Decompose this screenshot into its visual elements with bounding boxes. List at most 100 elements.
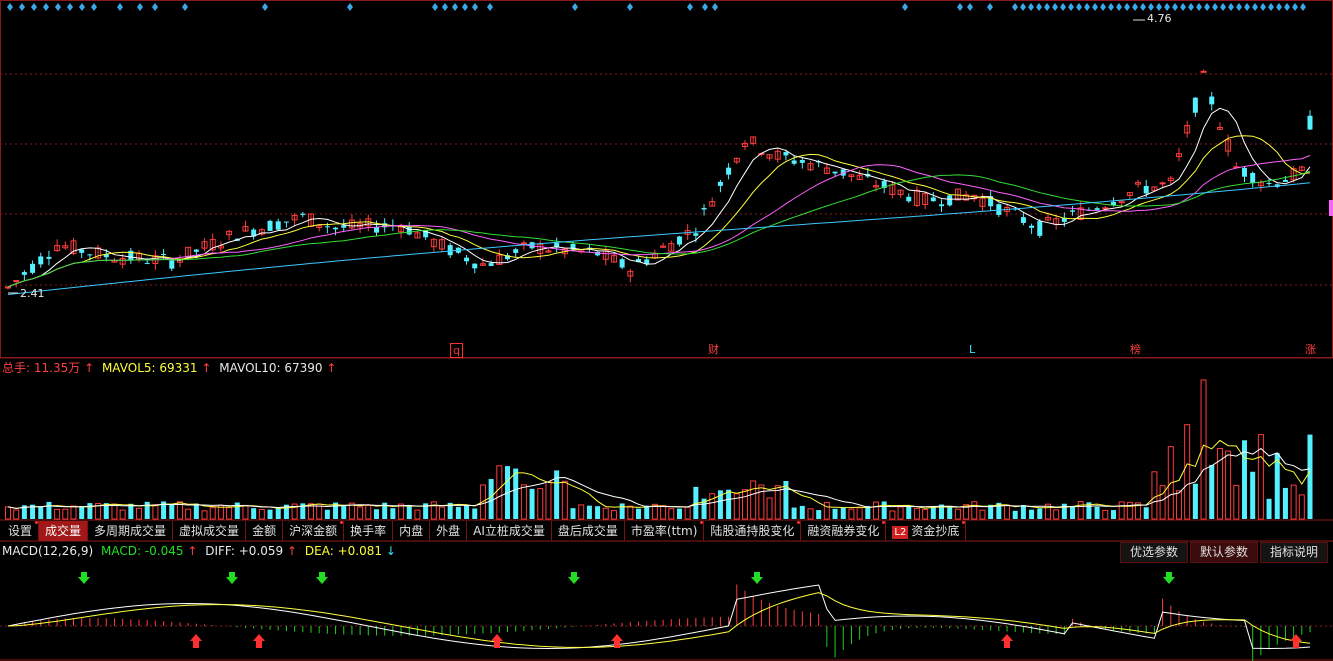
volume-bar <box>709 493 716 520</box>
volume-bar <box>1004 504 1011 520</box>
volume-bar <box>602 507 609 520</box>
volume-bar <box>1290 484 1297 520</box>
volume-bar <box>1257 434 1264 520</box>
candle-body <box>1266 183 1272 185</box>
volume-bar <box>406 505 412 519</box>
default-params-button[interactable]: 默认参数 <box>1189 542 1258 563</box>
mavol5-value: MAVOL5: 69331 ↑ <box>101 361 212 375</box>
signal-diamond-icon <box>987 3 993 11</box>
signal-diamond-icon <box>1020 3 1026 11</box>
signal-diamond-icon <box>1156 3 1162 11</box>
volume-bar <box>971 501 978 520</box>
tab-3[interactable]: 虚拟成交量 <box>173 521 247 541</box>
candle-body <box>947 195 953 206</box>
tab-12[interactable]: 陆股通持股变化 <box>704 521 802 541</box>
volume-bar <box>414 509 421 520</box>
tab-13[interactable]: 融资融券变化 <box>801 521 887 541</box>
optimal-params-button[interactable]: 优选参数 <box>1119 542 1188 563</box>
signal-diamond-icon <box>347 3 353 11</box>
event-marker-list[interactable]: 榜 <box>1130 343 1141 356</box>
tab-8[interactable]: 外盘 <box>430 521 468 541</box>
tab-1[interactable]: 成交量 <box>39 521 89 541</box>
volume-bar <box>529 488 535 519</box>
volume-bar <box>464 504 470 519</box>
volume-bar <box>913 508 920 520</box>
signal-diamond-icon <box>487 3 493 11</box>
volume-bar <box>1209 465 1215 519</box>
event-marker-l[interactable]: L <box>969 343 975 356</box>
signal-diamond-icon <box>1276 3 1282 11</box>
tab-label: 多周期成交量 <box>94 524 167 538</box>
candle-body <box>1282 179 1288 182</box>
high-price-label: 4.76 <box>1147 12 1172 25</box>
buy-arrow-icon <box>190 634 202 648</box>
tab-label: 金额 <box>252 524 277 538</box>
volume-bar <box>439 506 445 520</box>
volume-bar <box>54 508 61 520</box>
sell-arrow-icon <box>568 572 580 584</box>
candle-body <box>161 253 167 256</box>
volume-bar <box>324 509 330 519</box>
volume-bar <box>1102 509 1109 520</box>
volume-bar <box>1159 485 1166 520</box>
signal-diamond-icon <box>31 3 37 11</box>
signal-diamond-icon <box>1164 3 1170 11</box>
event-marker-rise[interactable]: 涨 <box>1305 343 1316 356</box>
tab-7[interactable]: 内盘 <box>393 521 431 541</box>
tab-11[interactable]: 市盈率(ttm) <box>625 521 705 541</box>
tab-5[interactable]: 沪深金额 <box>283 521 345 541</box>
tab-10[interactable]: 盘后成交量 <box>552 521 625 541</box>
event-marker-finance[interactable]: 财 <box>708 343 719 356</box>
signal-diamond-icon <box>1212 3 1218 11</box>
macd-value: MACD: -0.045 ↑ <box>100 544 198 558</box>
dea-value: DEA: +0.081 ↓ <box>304 544 396 558</box>
candle-body <box>1200 70 1207 73</box>
candle-body <box>13 280 20 283</box>
indicator-help-button[interactable]: 指标说明 <box>1259 542 1328 563</box>
volume-bar <box>1233 484 1240 520</box>
volume-bar <box>136 507 143 520</box>
tab-14[interactable]: L2 资金抄底 <box>886 521 967 541</box>
candle-body <box>46 256 52 259</box>
volume-bar <box>1192 483 1198 519</box>
signal-diamond-icon <box>1116 3 1122 11</box>
tab-0[interactable]: 设置 <box>2 521 40 541</box>
tab-2[interactable]: 多周期成交量 <box>88 521 174 541</box>
signal-diamond-icon <box>572 3 578 11</box>
candle-body <box>1070 210 1076 212</box>
macd-info-line: MACD(12,26,9) MACD: -0.045 ↑ DIFF: +0.05… <box>2 543 400 559</box>
candle-body <box>791 160 797 164</box>
candle-body <box>283 221 289 223</box>
tab-label: 沪深金额 <box>289 524 338 538</box>
volume-bar <box>144 501 150 519</box>
candle-body <box>373 226 379 233</box>
signal-diamond-icon <box>1300 3 1306 11</box>
ma5-line <box>7 107 1311 288</box>
volume-bar <box>545 481 552 520</box>
volume-bar <box>881 501 887 519</box>
volume-bar <box>455 506 461 519</box>
signal-diamond-icon <box>1132 3 1138 11</box>
tab-6[interactable]: 换手率 <box>344 521 394 541</box>
tab-label: 成交量 <box>45 524 82 538</box>
volume-bar <box>840 507 846 519</box>
new-dot-icon <box>882 521 886 524</box>
signal-diamond-icon <box>1052 3 1058 11</box>
up-arrow-icon: ↑ <box>326 361 337 375</box>
volume-bar <box>5 506 11 520</box>
macd-button-group: 优选参数 默认参数 指标说明 <box>1118 542 1328 563</box>
ma20-line <box>7 155 1311 288</box>
signal-diamond-icon <box>462 3 468 11</box>
candle-body <box>1250 172 1256 184</box>
candle-body <box>939 204 945 207</box>
volume-bar <box>209 507 216 520</box>
candle-body <box>341 225 347 228</box>
sell-arrow-icon <box>78 572 90 584</box>
event-marker-q[interactable]: q <box>450 343 463 358</box>
new-dot-icon <box>962 521 966 524</box>
volume-bar <box>341 506 347 519</box>
tab-4[interactable]: 金额 <box>246 521 284 541</box>
tab-9[interactable]: AI立桩成交量 <box>467 521 552 541</box>
signal-diamond-icon <box>1284 3 1290 11</box>
candle-body <box>464 257 470 262</box>
